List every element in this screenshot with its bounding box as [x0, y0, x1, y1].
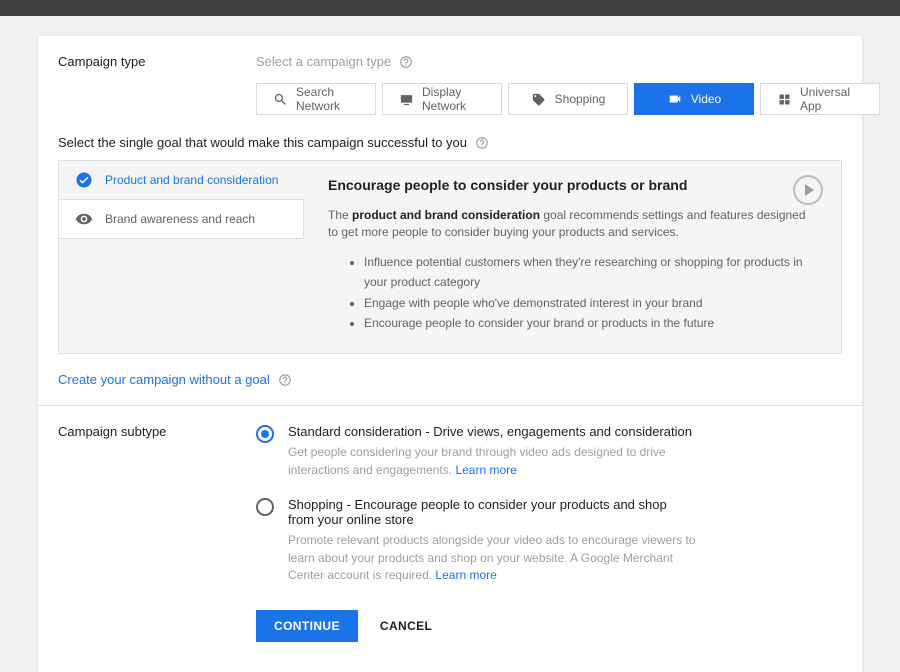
tab-label: Shopping [555, 92, 606, 106]
action-buttons: CONTINUE CANCEL [256, 602, 842, 642]
subtype-description: Promote relevant products alongside your… [288, 532, 696, 584]
goal-bullet: Encourage people to consider your brand … [364, 313, 817, 333]
tab-universal-app[interactable]: Universal App [760, 83, 880, 115]
learn-more-link[interactable]: Learn more [455, 463, 516, 477]
video-camera-icon [667, 92, 683, 106]
goal-lead-strong: product and brand consideration [352, 208, 540, 222]
check-circle-icon [75, 171, 93, 189]
cancel-button[interactable]: CANCEL [380, 619, 432, 633]
goal-item-label: Product and brand consideration [105, 173, 278, 187]
subtype-title: Standard consideration - Drive views, en… [288, 424, 696, 439]
campaign-type-hint-text: Select a campaign type [256, 54, 391, 69]
shopping-tag-icon [531, 92, 547, 106]
goal-detail-bullets: Influence potential customers when they'… [328, 252, 817, 334]
goal-item-awareness[interactable]: Brand awareness and reach [59, 200, 304, 239]
continue-button[interactable]: CONTINUE [256, 610, 358, 642]
search-icon [273, 92, 288, 106]
radio-button-checked[interactable] [256, 425, 274, 443]
tab-label: Universal App [800, 85, 863, 113]
campaign-type-label: Campaign type [58, 54, 198, 115]
app-icon [777, 92, 792, 106]
goal-detail-panel: Encourage people to consider your produc… [304, 161, 841, 353]
display-icon [399, 92, 414, 106]
goal-list: Product and brand consideration Brand aw… [59, 161, 304, 353]
help-icon[interactable] [399, 55, 413, 69]
play-icon [805, 184, 814, 196]
subtype-option-standard-consideration[interactable]: Standard consideration - Drive views, en… [256, 424, 696, 479]
eye-icon [75, 210, 93, 228]
campaign-setup-panel: Campaign type Select a campaign type Sea… [38, 36, 862, 672]
subtype-title: Shopping - Encourage people to consider … [288, 497, 696, 527]
play-video-button[interactable] [793, 175, 823, 205]
campaign-type-tabs: Search Network Display Network Shopping … [256, 83, 880, 115]
campaign-subtype-row: Campaign subtype Standard consideration … [38, 406, 862, 642]
tab-search-network[interactable]: Search Network [256, 83, 376, 115]
goal-item-consideration[interactable]: Product and brand consideration [59, 161, 304, 200]
goal-instruction: Select the single goal that would make t… [38, 115, 862, 160]
campaign-subtype-label: Campaign subtype [58, 424, 198, 642]
campaign-type-row: Campaign type Select a campaign type Sea… [38, 36, 862, 115]
tab-shopping[interactable]: Shopping [508, 83, 628, 115]
goal-bullet: Influence potential customers when they'… [364, 252, 817, 293]
goal-item-label: Brand awareness and reach [105, 212, 255, 226]
no-goal-row: Create your campaign without a goal [38, 354, 862, 387]
campaign-type-hint: Select a campaign type [256, 54, 880, 69]
help-icon[interactable] [475, 136, 489, 150]
tab-display-network[interactable]: Display Network [382, 83, 502, 115]
app-topbar [0, 0, 900, 16]
tab-video[interactable]: Video [634, 83, 754, 115]
goal-bullet: Engage with people who've demonstrated i… [364, 293, 817, 313]
goal-picker: Product and brand consideration Brand aw… [58, 160, 842, 354]
subtype-description: Get people considering your brand throug… [288, 444, 696, 479]
goal-detail-lead: The product and brand consideration goal… [328, 207, 817, 242]
learn-more-link[interactable]: Learn more [435, 568, 496, 582]
tab-label: Search Network [296, 85, 359, 113]
goal-instruction-text: Select the single goal that would make t… [58, 135, 467, 150]
subtype-option-shopping[interactable]: Shopping - Encourage people to consider … [256, 497, 696, 584]
goal-lead-before: The [328, 208, 352, 222]
tab-label: Video [691, 92, 721, 106]
help-icon[interactable] [278, 373, 292, 387]
tab-label: Display Network [422, 85, 485, 113]
create-without-goal-link[interactable]: Create your campaign without a goal [58, 372, 270, 387]
goal-detail-heading: Encourage people to consider your produc… [328, 177, 817, 193]
radio-button-unchecked[interactable] [256, 498, 274, 516]
